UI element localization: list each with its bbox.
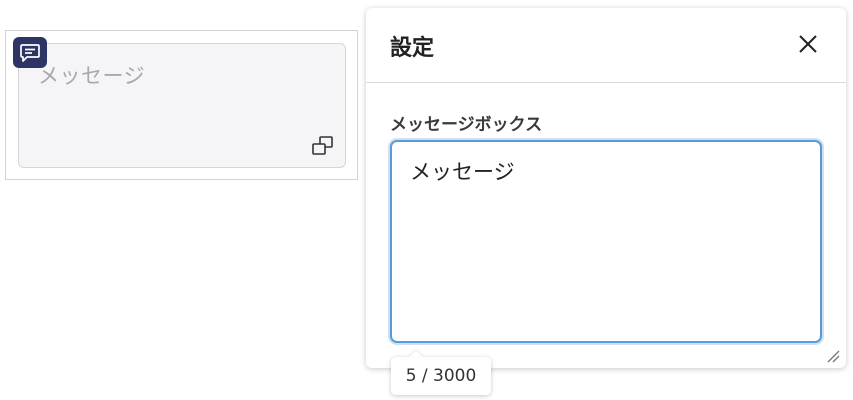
settings-panel: 設定 メッセージボックス メッセージ	[366, 8, 846, 368]
resize-handle-icon[interactable]	[826, 348, 840, 363]
expand-icon[interactable]	[311, 135, 335, 157]
message-box-field-label: メッセージボックス	[390, 115, 543, 135]
widget-placeholder-text: メッセージ	[38, 64, 146, 88]
tooltip-arrow	[409, 350, 423, 357]
message-icon	[13, 37, 47, 68]
close-icon[interactable]	[796, 32, 820, 56]
character-counter: 5 / 3000	[391, 350, 491, 395]
settings-title: 設定	[390, 36, 435, 61]
settings-header: 設定	[366, 8, 846, 83]
message-box-preview[interactable]: メッセージ	[18, 43, 346, 168]
message-box-widget[interactable]: メッセージ	[5, 30, 358, 180]
character-count-text: 5 / 3000	[405, 366, 477, 386]
message-textarea[interactable]: メッセージ	[390, 140, 822, 343]
